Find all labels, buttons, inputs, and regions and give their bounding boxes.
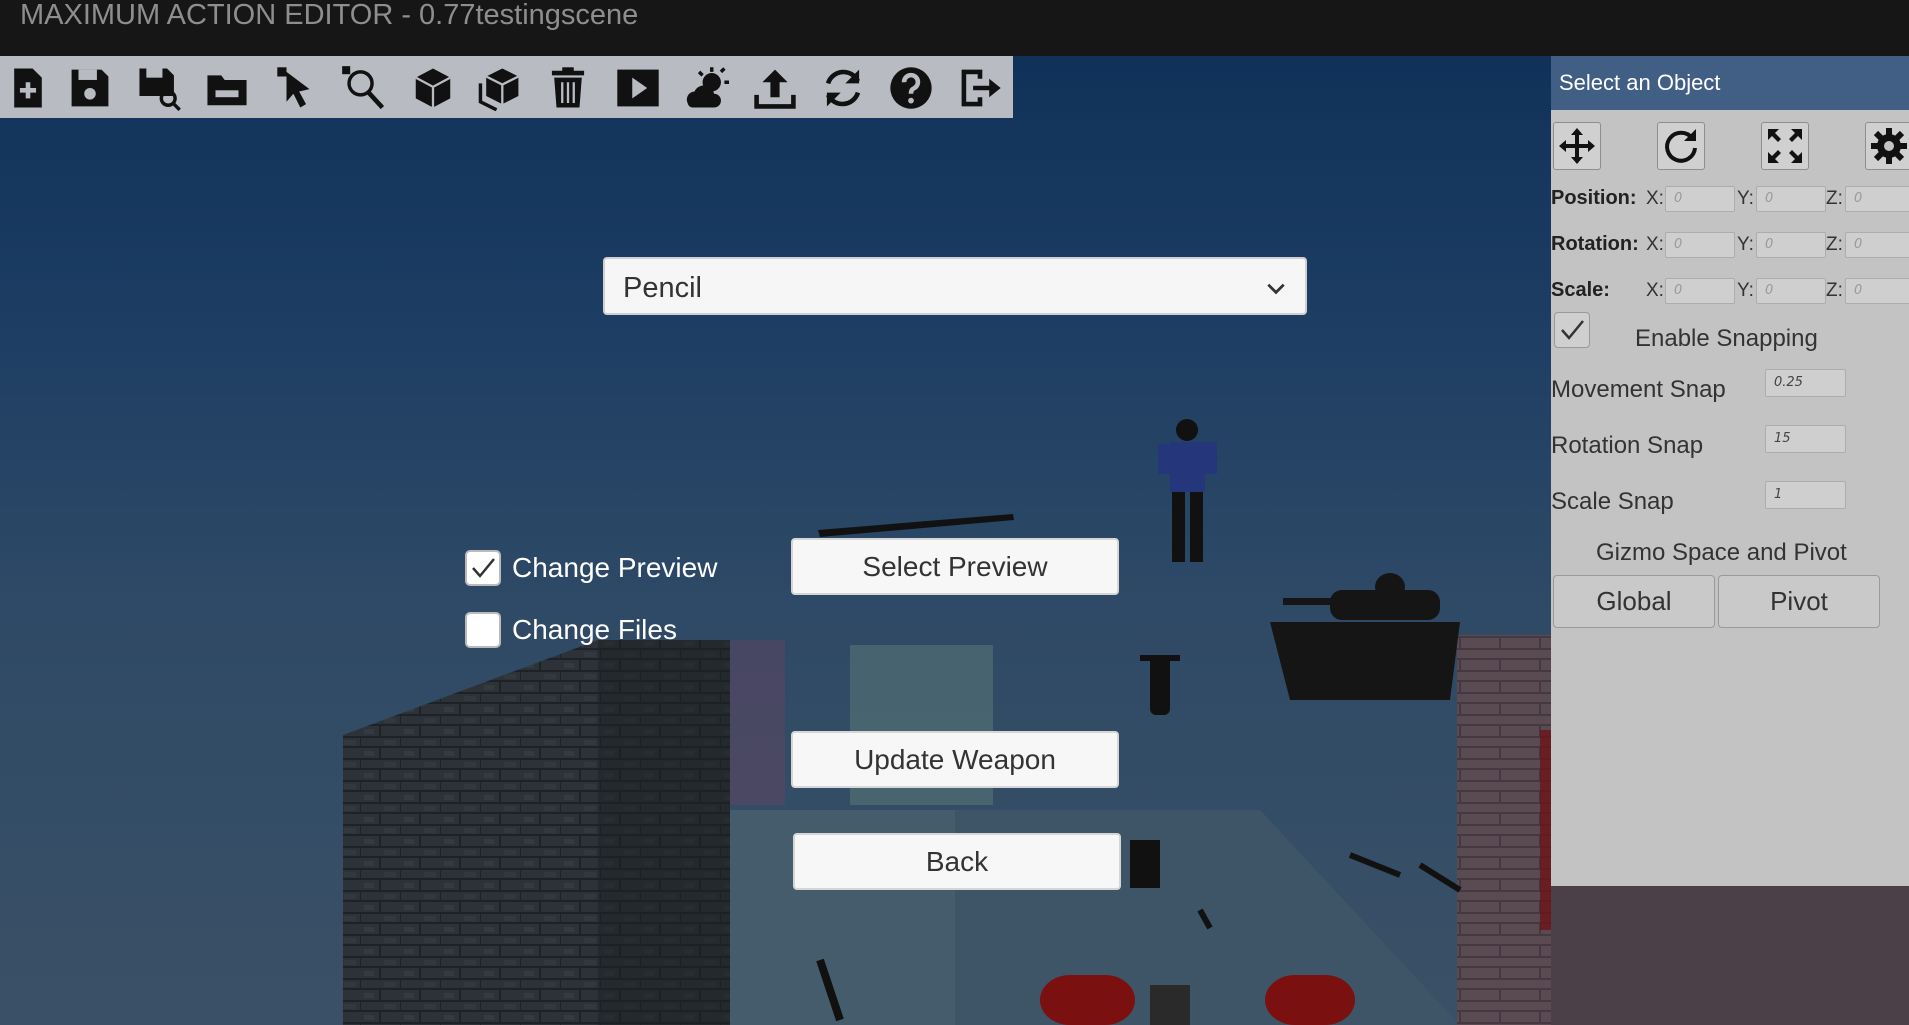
change-files-checkbox[interactable]: Change Files	[465, 612, 677, 648]
save-button[interactable]	[62, 62, 118, 114]
help-icon	[890, 67, 932, 109]
scale-label: Scale:	[1551, 279, 1610, 301]
movement-snap-label: Movement Snap	[1551, 376, 1726, 403]
rotation-snap-input[interactable]: 15	[1765, 425, 1846, 453]
scale-z-label: Z:	[1826, 280, 1843, 301]
change-preview-box[interactable]	[465, 550, 501, 586]
save-as-icon	[139, 68, 181, 111]
upload-icon	[754, 69, 796, 109]
refresh-icon	[825, 69, 861, 107]
position-x-input[interactable]: 0	[1665, 186, 1735, 212]
pivot-button[interactable]: Pivot	[1718, 575, 1880, 628]
help-button[interactable]	[883, 62, 939, 114]
movement-snap-input[interactable]: 0.25	[1765, 369, 1846, 397]
open-folder-button[interactable]	[199, 62, 255, 114]
change-files-box[interactable]	[465, 612, 501, 648]
inspector-panel: Select an Object Position: X: 0 Y: 0 Z: …	[1551, 56, 1909, 886]
checkmark-icon	[1561, 320, 1584, 340]
move-icon	[1559, 128, 1595, 164]
rotate-tool-button[interactable]	[1657, 122, 1705, 170]
new-file-button[interactable]	[0, 62, 56, 114]
main-toolbar	[0, 56, 1013, 118]
refresh-button[interactable]	[815, 62, 871, 114]
settings-icon	[1871, 128, 1907, 164]
checkmark-icon	[472, 558, 495, 578]
window-title: MAXIMUM ACTION EDITOR - 0.77testingscene	[20, 0, 639, 31]
scale-x-label: X:	[1646, 280, 1664, 301]
save-as-button[interactable]	[131, 62, 187, 114]
global-space-button[interactable]: Global	[1553, 575, 1715, 628]
change-preview-label: Change Preview	[512, 552, 718, 583]
position-z-label: Z:	[1826, 188, 1843, 209]
exit-button[interactable]	[952, 62, 1008, 114]
settings-tool-button[interactable]	[1865, 122, 1909, 170]
rotation-y-input[interactable]: 0	[1756, 232, 1826, 258]
save-icon	[71, 69, 109, 107]
weather-icon	[686, 67, 729, 108]
update-weapon-button[interactable]: Update Weapon	[791, 731, 1119, 788]
move-tool-button[interactable]	[1553, 122, 1601, 170]
position-y-input[interactable]: 0	[1756, 186, 1826, 212]
rotation-x-input[interactable]: 0	[1665, 232, 1735, 258]
play-icon	[617, 69, 659, 107]
play-button[interactable]	[610, 62, 666, 114]
weapon-select-value: Pencil	[623, 272, 702, 304]
create-object-button[interactable]	[405, 62, 461, 114]
trash-icon	[551, 67, 585, 108]
new-file-icon	[14, 68, 42, 108]
zoom-select-button[interactable]	[336, 62, 392, 114]
scale-y-input[interactable]: 0	[1756, 278, 1826, 304]
inspector-header: Select an Object	[1551, 56, 1909, 110]
scale-icon	[1768, 129, 1802, 163]
enable-snapping-checkbox[interactable]	[1554, 312, 1590, 348]
change-files-label: Change Files	[512, 614, 677, 645]
inspector-title: Select an Object	[1559, 70, 1721, 95]
position-z-input[interactable]: 0	[1845, 186, 1909, 212]
scale-snap-label: Scale Snap	[1551, 488, 1674, 515]
change-preview-checkbox[interactable]: Change Preview	[465, 550, 717, 586]
scale-tool-button[interactable]	[1761, 122, 1809, 170]
open-folder-icon	[207, 75, 247, 106]
zoom-select-icon	[342, 66, 385, 110]
delete-button[interactable]	[540, 62, 596, 114]
select-tool-button[interactable]	[270, 62, 326, 114]
exit-icon	[961, 69, 1001, 107]
rotation-label: Rotation:	[1551, 233, 1639, 255]
rotation-z-input[interactable]: 0	[1845, 232, 1909, 258]
rotation-y-label: Y:	[1737, 234, 1754, 255]
title-bar: MAXIMUM ACTION EDITOR - 0.77testingscene	[0, 0, 1909, 56]
scale-snap-input[interactable]: 1	[1765, 481, 1846, 509]
rotation-snap-label: Rotation Snap	[1551, 432, 1704, 459]
back-button[interactable]: Back	[793, 833, 1121, 890]
select-preview-button[interactable]: Select Preview	[791, 538, 1119, 595]
rotate-icon	[1665, 129, 1697, 163]
position-label: Position:	[1551, 187, 1637, 209]
scale-y-label: Y:	[1737, 280, 1754, 301]
scale-z-input[interactable]: 0	[1845, 278, 1909, 304]
weapon-select-dropdown[interactable]: Pencil	[603, 257, 1307, 315]
upload-button[interactable]	[747, 62, 803, 114]
chevron-down-icon	[1267, 283, 1285, 295]
select-cursor-icon	[277, 67, 310, 108]
enable-snapping-label: Enable Snapping	[1635, 325, 1818, 352]
gizmo-space-label: Gizmo Space and Pivot	[1596, 539, 1847, 566]
scale-x-input[interactable]: 0	[1665, 278, 1735, 304]
rotation-x-label: X:	[1646, 234, 1664, 255]
position-y-label: Y:	[1737, 188, 1754, 209]
group-objects-button[interactable]	[472, 62, 528, 114]
rotation-z-label: Z:	[1826, 234, 1843, 255]
cube-icon	[415, 68, 451, 108]
position-x-label: X:	[1646, 188, 1664, 209]
cube-group-icon	[478, 68, 519, 111]
weather-button[interactable]	[678, 62, 734, 114]
